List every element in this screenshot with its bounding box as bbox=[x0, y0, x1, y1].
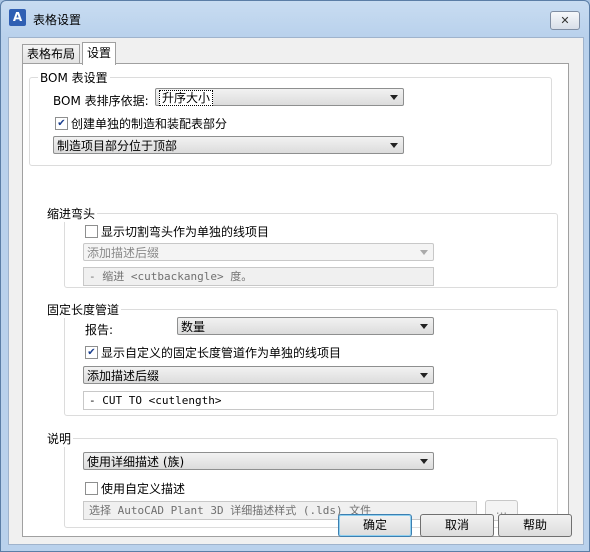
tab-table-layout[interactable]: 表格布局 bbox=[22, 44, 81, 63]
cancel-button[interactable]: 取消 bbox=[420, 514, 494, 537]
chevron-down-icon bbox=[420, 250, 428, 255]
bom-sort-value: 升序大小 bbox=[159, 90, 214, 106]
pipe-cut-text-field[interactable]: - CUT TO <cutlength> bbox=[83, 391, 434, 410]
custom-description-label: 使用自定义描述 bbox=[101, 482, 186, 496]
bom-settings-group: BOM 表设置 BOM 表排序依据: 升序大小 ✔ 创建单独的制造和装配表部分 … bbox=[29, 69, 552, 166]
lds-file-field[interactable]: 选择 AutoCAD Plant 3D 详细描述样式 (.lds) 文件 bbox=[83, 501, 477, 520]
section-position-value: 制造项目部分位于顶部 bbox=[57, 139, 178, 153]
miter-group-label: 缩进弯头 bbox=[45, 205, 98, 222]
dialog-body: 表格布局 设置 BOM 表设置 BOM 表排序依据: 升序大小 ✔ 创建单独的制… bbox=[8, 37, 584, 545]
tab-settings[interactable]: 设置 bbox=[82, 42, 117, 65]
miter-suffix-value: 添加描述后缀 bbox=[87, 246, 160, 260]
bom-sort-dropdown[interactable]: 升序大小 bbox=[155, 88, 404, 106]
chevron-down-icon bbox=[420, 324, 428, 329]
separate-sections-label: 创建单独的制造和装配表部分 bbox=[71, 117, 228, 131]
chevron-down-icon bbox=[420, 459, 428, 464]
report-value: 数量 bbox=[181, 320, 206, 334]
bom-group-label: BOM 表设置 bbox=[38, 69, 110, 86]
miter-separate-checkbox[interactable] bbox=[85, 225, 98, 238]
custom-pipe-separate-checkbox[interactable]: ✔ bbox=[85, 346, 98, 359]
bom-sort-label: BOM 表排序依据: bbox=[53, 94, 149, 108]
title-bar[interactable]: A 表格设置 ✕ bbox=[1, 1, 589, 37]
close-button[interactable]: ✕ bbox=[550, 11, 580, 30]
chevron-down-icon bbox=[420, 373, 428, 378]
report-dropdown[interactable]: 数量 bbox=[177, 317, 434, 335]
miter-separate-label: 显示切割弯头作为单独的线项目 bbox=[101, 225, 270, 239]
description-mode-value: 使用详细描述 (族) bbox=[87, 455, 185, 469]
ok-button[interactable]: 确定 bbox=[338, 514, 412, 537]
autocad-a-icon: A bbox=[9, 9, 26, 26]
description-group-label: 说明 bbox=[45, 430, 74, 447]
report-label: 报告: bbox=[85, 323, 114, 337]
settings-tab-page: BOM 表设置 BOM 表排序依据: 升序大小 ✔ 创建单独的制造和装配表部分 … bbox=[22, 63, 569, 537]
separate-sections-checkbox[interactable]: ✔ bbox=[55, 117, 68, 130]
custom-pipe-separate-label: 显示自定义的固定长度管道作为单独的线项目 bbox=[101, 346, 342, 360]
description-mode-dropdown[interactable]: 使用详细描述 (族) bbox=[83, 452, 434, 470]
pipe-suffix-dropdown[interactable]: 添加描述后缀 bbox=[83, 366, 434, 384]
miter-suffix-dropdown[interactable]: 添加描述后缀 bbox=[83, 243, 434, 261]
section-position-dropdown[interactable]: 制造项目部分位于顶部 bbox=[53, 136, 404, 154]
window-title: 表格设置 bbox=[33, 13, 82, 27]
custom-description-checkbox[interactable] bbox=[85, 482, 98, 495]
chevron-down-icon bbox=[390, 95, 398, 100]
miter-description-field[interactable]: - 缩进 <cutbackangle> 度。 bbox=[83, 267, 434, 286]
fixed-pipe-group-label: 固定长度管道 bbox=[45, 301, 122, 318]
pipe-suffix-value: 添加描述后缀 bbox=[87, 369, 160, 383]
dialog-window: A 表格设置 ✕ 表格布局 设置 BOM 表设置 BOM 表排序依据: 升序大小… bbox=[0, 0, 590, 552]
help-button[interactable]: 帮助 bbox=[498, 514, 572, 537]
chevron-down-icon bbox=[390, 143, 398, 148]
